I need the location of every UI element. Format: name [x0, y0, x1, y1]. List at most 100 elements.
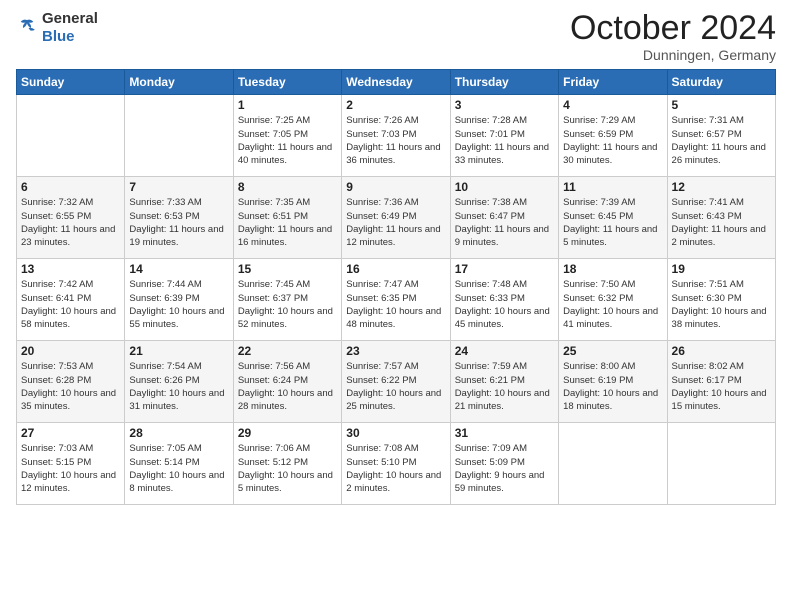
calendar-cell [17, 95, 125, 177]
calendar-cell: 20Sunrise: 7:53 AMSunset: 6:28 PMDayligh… [17, 341, 125, 423]
day-info: Sunrise: 7:28 AMSunset: 7:01 PMDaylight:… [455, 114, 554, 167]
day-number: 1 [238, 98, 337, 112]
header-row: SundayMondayTuesdayWednesdayThursdayFrid… [17, 70, 776, 95]
day-number: 19 [672, 262, 771, 276]
calendar-cell: 29 Sunrise: 7:06 AMSunset: 5:12 PMDayligh… [233, 423, 341, 505]
month-title: October 2024 [570, 10, 776, 47]
calendar-cell: 12 Sunrise: 7:41 AMSunset: 6:43 PMDayligh… [667, 177, 775, 259]
day-info: Sunrise: 8:02 AMSunset: 6:17 PMDaylight:… [672, 360, 771, 413]
header-day-saturday: Saturday [667, 70, 775, 95]
day-number: 15 [238, 262, 337, 276]
day-info: Sunrise: 7:57 AMSunset: 6:22 PMDaylight:… [346, 360, 445, 413]
header-day-tuesday: Tuesday [233, 70, 341, 95]
calendar-cell: 11 Sunrise: 7:39 AMSunset: 6:45 PMDayligh… [559, 177, 667, 259]
header-day-friday: Friday [559, 70, 667, 95]
day-info: Sunrise: 7:41 AMSunset: 6:43 PMDaylight:… [672, 196, 771, 249]
day-number: 11 [563, 180, 662, 194]
logo: General Blue [16, 10, 98, 46]
page: General Blue October 2024 Dunningen, Ger… [0, 0, 792, 612]
day-number: 12 [672, 180, 771, 194]
day-info: Sunrise: 7:25 AMSunset: 7:05 PMDaylight:… [238, 114, 337, 167]
calendar-cell: 26 Sunrise: 8:02 AMSunset: 6:17 PMDayligh… [667, 341, 775, 423]
calendar-cell: 30 Sunrise: 7:08 AMSunset: 5:10 PMDayligh… [342, 423, 450, 505]
day-info: Sunrise: 7:45 AMSunset: 6:37 PMDaylight:… [238, 278, 337, 331]
day-info: Sunrise: 7:32 AMSunset: 6:55 PMDaylight:… [21, 196, 120, 249]
day-number: 4 [563, 98, 662, 112]
day-info: Sunrise: 7:54 AMSunset: 6:26 PMDaylight:… [129, 360, 228, 413]
week-row-1: 1 Sunrise: 7:25 AMSunset: 7:05 PMDaylight… [17, 95, 776, 177]
day-info: Sunrise: 7:26 AMSunset: 7:03 PMDaylight:… [346, 114, 445, 167]
calendar-cell: 22 Sunrise: 7:56 AMSunset: 6:24 PMDayligh… [233, 341, 341, 423]
day-number: 2 [346, 98, 445, 112]
week-row-2: 6 Sunrise: 7:32 AMSunset: 6:55 PMDaylight… [17, 177, 776, 259]
calendar-cell: 4 Sunrise: 7:29 AMSunset: 6:59 PMDaylight… [559, 95, 667, 177]
day-number: 29 [238, 426, 337, 440]
day-number: 21 [129, 344, 228, 358]
day-number: 10 [455, 180, 554, 194]
day-info: Sunrise: 7:48 AMSunset: 6:33 PMDaylight:… [455, 278, 554, 331]
calendar-cell: 31 Sunrise: 7:09 AMSunset: 5:09 PMDayligh… [450, 423, 558, 505]
calendar-cell: 27Sunrise: 7:03 AMSunset: 5:15 PMDayligh… [17, 423, 125, 505]
header-day-monday: Monday [125, 70, 233, 95]
day-info: Sunrise: 7:35 AMSunset: 6:51 PMDaylight:… [238, 196, 337, 249]
day-info: Sunrise: 7:09 AMSunset: 5:09 PMDaylight:… [455, 442, 554, 495]
day-number: 6 [21, 180, 120, 194]
day-number: 5 [672, 98, 771, 112]
subtitle: Dunningen, Germany [570, 47, 776, 63]
day-number: 26 [672, 344, 771, 358]
day-number: 24 [455, 344, 554, 358]
header-day-wednesday: Wednesday [342, 70, 450, 95]
day-number: 31 [455, 426, 554, 440]
day-info: Sunrise: 7:36 AMSunset: 6:49 PMDaylight:… [346, 196, 445, 249]
day-number: 30 [346, 426, 445, 440]
calendar-cell: 9Sunrise: 7:36 AMSunset: 6:49 PMDaylight… [342, 177, 450, 259]
day-info: Sunrise: 7:06 AMSunset: 5:12 PMDaylight:… [238, 442, 337, 495]
calendar-cell: 8Sunrise: 7:35 AMSunset: 6:51 PMDaylight… [233, 177, 341, 259]
day-info: Sunrise: 8:00 AMSunset: 6:19 PMDaylight:… [563, 360, 662, 413]
header: General Blue October 2024 Dunningen, Ger… [16, 10, 776, 63]
day-info: Sunrise: 7:39 AMSunset: 6:45 PMDaylight:… [563, 196, 662, 249]
calendar-cell: 6 Sunrise: 7:32 AMSunset: 6:55 PMDaylight… [17, 177, 125, 259]
day-number: 28 [129, 426, 228, 440]
calendar-cell: 25 Sunrise: 8:00 AMSunset: 6:19 PMDayligh… [559, 341, 667, 423]
day-number: 3 [455, 98, 554, 112]
day-info: Sunrise: 7:59 AMSunset: 6:21 PMDaylight:… [455, 360, 554, 413]
day-info: Sunrise: 7:33 AMSunset: 6:53 PMDaylight:… [129, 196, 228, 249]
day-info: Sunrise: 7:29 AMSunset: 6:59 PMDaylight:… [563, 114, 662, 167]
calendar-cell: 10Sunrise: 7:38 AMSunset: 6:47 PMDayligh… [450, 177, 558, 259]
calendar-cell: 24 Sunrise: 7:59 AMSunset: 6:21 PMDayligh… [450, 341, 558, 423]
week-row-3: 13Sunrise: 7:42 AMSunset: 6:41 PMDayligh… [17, 259, 776, 341]
day-info: Sunrise: 7:31 AMSunset: 6:57 PMDaylight:… [672, 114, 771, 167]
day-info: Sunrise: 7:42 AMSunset: 6:41 PMDaylight:… [21, 278, 120, 331]
day-number: 7 [129, 180, 228, 194]
logo-text: General Blue [42, 10, 98, 46]
logo-general: General [42, 10, 98, 27]
day-number: 22 [238, 344, 337, 358]
header-day-sunday: Sunday [17, 70, 125, 95]
day-number: 20 [21, 344, 120, 358]
calendar-cell: 15 Sunrise: 7:45 AMSunset: 6:37 PMDayligh… [233, 259, 341, 341]
calendar-cell: 18 Sunrise: 7:50 AMSunset: 6:32 PMDayligh… [559, 259, 667, 341]
day-number: 17 [455, 262, 554, 276]
day-info: Sunrise: 7:47 AMSunset: 6:35 PMDaylight:… [346, 278, 445, 331]
day-number: 23 [346, 344, 445, 358]
day-number: 16 [346, 262, 445, 276]
day-info: Sunrise: 7:51 AMSunset: 6:30 PMDaylight:… [672, 278, 771, 331]
week-row-5: 27Sunrise: 7:03 AMSunset: 5:15 PMDayligh… [17, 423, 776, 505]
calendar-cell [125, 95, 233, 177]
day-number: 18 [563, 262, 662, 276]
calendar-cell: 7 Sunrise: 7:33 AMSunset: 6:53 PMDaylight… [125, 177, 233, 259]
day-info: Sunrise: 7:08 AMSunset: 5:10 PMDaylight:… [346, 442, 445, 495]
day-info: Sunrise: 7:44 AMSunset: 6:39 PMDaylight:… [129, 278, 228, 331]
day-info: Sunrise: 7:50 AMSunset: 6:32 PMDaylight:… [563, 278, 662, 331]
calendar-cell: 5 Sunrise: 7:31 AMSunset: 6:57 PMDaylight… [667, 95, 775, 177]
day-info: Sunrise: 7:56 AMSunset: 6:24 PMDaylight:… [238, 360, 337, 413]
calendar-cell: 28Sunrise: 7:05 AMSunset: 5:14 PMDayligh… [125, 423, 233, 505]
day-number: 25 [563, 344, 662, 358]
calendar-cell: 3 Sunrise: 7:28 AMSunset: 7:01 PMDaylight… [450, 95, 558, 177]
calendar-table: SundayMondayTuesdayWednesdayThursdayFrid… [16, 69, 776, 505]
calendar-cell: 21 Sunrise: 7:54 AMSunset: 6:26 PMDayligh… [125, 341, 233, 423]
title-area: October 2024 Dunningen, Germany [570, 10, 776, 63]
calendar-cell: 16 Sunrise: 7:47 AMSunset: 6:35 PMDayligh… [342, 259, 450, 341]
calendar-cell: 23 Sunrise: 7:57 AMSunset: 6:22 PMDayligh… [342, 341, 450, 423]
